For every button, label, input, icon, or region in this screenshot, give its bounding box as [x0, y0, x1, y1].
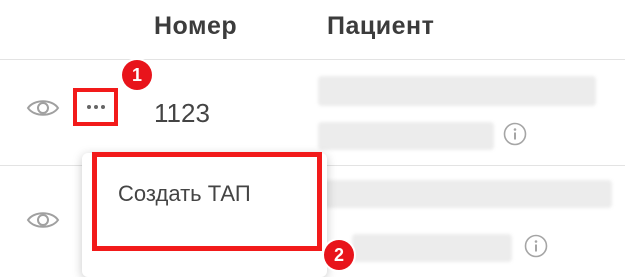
row-actions-button[interactable]: [73, 88, 118, 126]
column-header-number[interactable]: Номер: [154, 12, 237, 41]
view-eye-icon[interactable]: [26, 210, 60, 230]
info-icon[interactable]: [503, 122, 527, 146]
patient-info-redacted: [352, 234, 512, 262]
patient-info-redacted: [318, 122, 494, 150]
highlight-frame: [92, 152, 322, 251]
row-number: 1123: [154, 98, 210, 128]
patient-name-redacted: [318, 76, 596, 106]
column-header-patient[interactable]: Пациент: [327, 12, 434, 41]
patient-name-redacted: [320, 180, 612, 208]
info-icon[interactable]: [524, 234, 548, 258]
step-badge-1: 1: [122, 60, 152, 90]
step-badge-2: 2: [324, 240, 354, 270]
more-dots-icon: [86, 105, 105, 109]
view-eye-icon[interactable]: [26, 98, 60, 118]
header-divider: [0, 59, 625, 60]
